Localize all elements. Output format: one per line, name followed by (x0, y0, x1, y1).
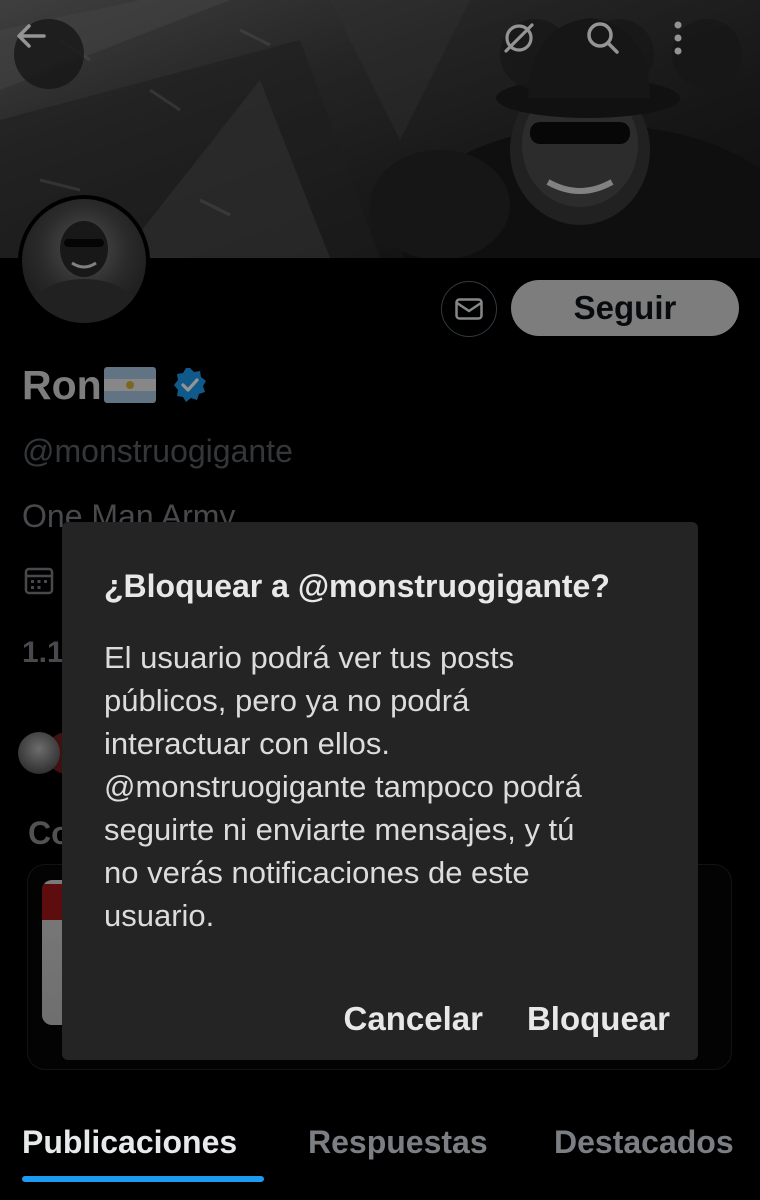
tab-publicaciones[interactable]: Publicaciones (22, 1124, 237, 1161)
tab-destacados[interactable]: Destacados (554, 1124, 734, 1161)
dialog-body: El usuario podrá ver tus posts públicos,… (104, 640, 582, 933)
tab-respuestas[interactable]: Respuestas (308, 1124, 488, 1161)
cancel-button[interactable]: Cancelar (344, 1000, 483, 1038)
active-tab-indicator (22, 1176, 264, 1182)
profile-page: Seguir Ron @monstruogigante One Man Army… (0, 0, 760, 1200)
block-dialog: ¿Bloquear a @monstruogigante? El usuario… (62, 522, 698, 1060)
dialog-actions: Cancelar Bloquear (344, 1000, 670, 1038)
profile-tabs: Publicaciones Respuestas Destacados (0, 1110, 760, 1200)
dialog-title: ¿Bloquear a @monstruogigante? (104, 568, 610, 604)
block-button[interactable]: Bloquear (527, 1000, 670, 1038)
